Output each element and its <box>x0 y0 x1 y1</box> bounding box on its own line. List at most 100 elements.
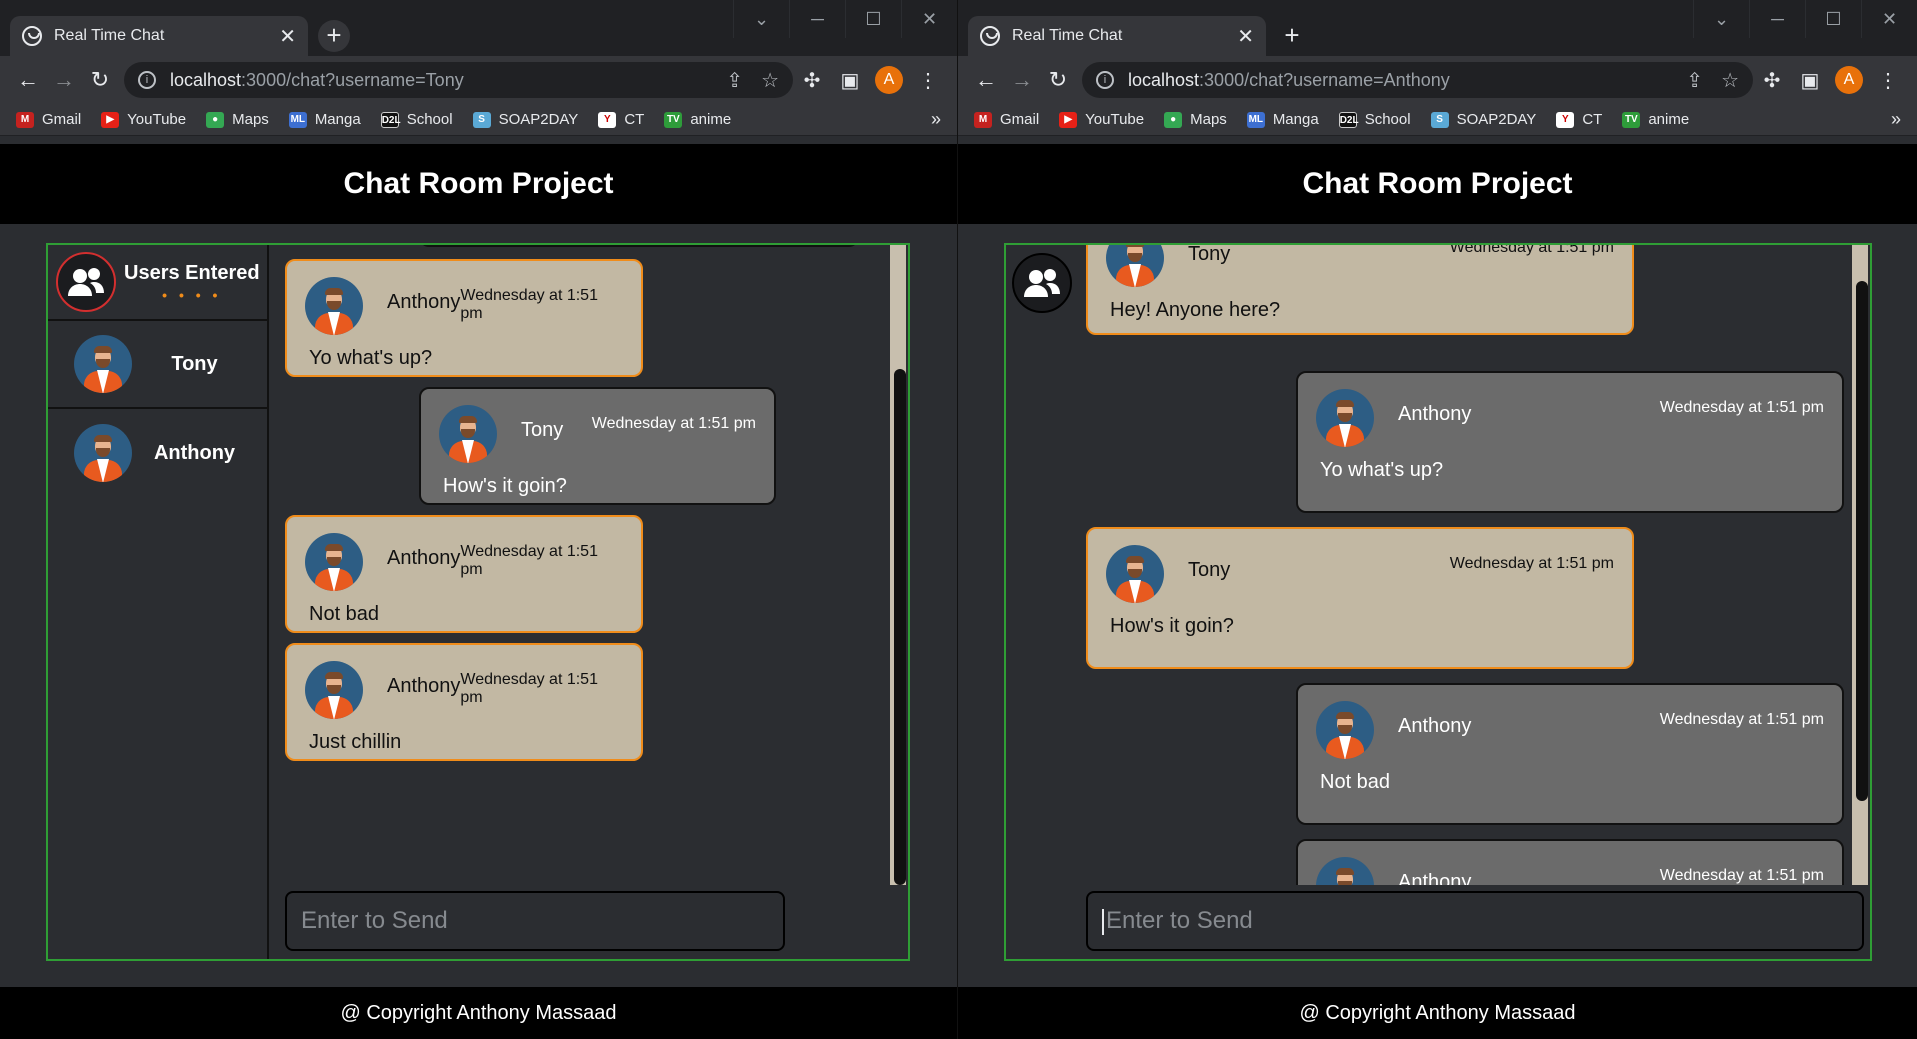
bookmark-maps[interactable]: ● Maps <box>1164 111 1227 128</box>
new-tab-button[interactable]: + <box>318 20 350 52</box>
address-bar[interactable]: i localhost:3000/chat?username=Anthony ⇪… <box>1082 62 1753 98</box>
bookmark-star-icon[interactable]: ☆ <box>1721 68 1739 93</box>
bookmark-soap2day[interactable]: S SOAP2DAY <box>472 111 578 128</box>
message-author: Anthony <box>387 675 461 697</box>
profile-avatar[interactable]: A <box>1835 66 1863 94</box>
reload-icon[interactable]: ↻ <box>1040 67 1076 93</box>
bookmark-star-icon[interactable]: ☆ <box>761 68 779 93</box>
back-icon[interactable]: ← <box>10 67 46 93</box>
maximize-icon[interactable]: ☐ <box>1805 0 1861 38</box>
site-info-icon[interactable]: i <box>1096 71 1114 89</box>
bookmarks-overflow-icon[interactable]: » <box>1891 109 1901 130</box>
bookmark-school[interactable]: D2L School <box>380 111 453 128</box>
send-input-wrap <box>1086 891 1864 951</box>
page-content: Chat Room Project Users Entered • • • • <box>0 144 957 1039</box>
browser-toolbar: ← → ↻ i localhost:3000/chat?username=Ton… <box>0 56 957 104</box>
message-list[interactable]: Tony Wednesday at 1:51 pm Hey! Anyone he… <box>1086 245 1850 885</box>
address-bar[interactable]: i localhost:3000/chat?username=Tony ⇪ ☆ <box>124 62 793 98</box>
bookmarks-bar: M Gmail ▶ YouTube ● Maps ML Manga D2L School … <box>958 104 1917 136</box>
message-timestamp: Wednesday at 1:51 pm <box>1659 399 1824 416</box>
back-icon[interactable]: ← <box>968 67 1004 93</box>
chat-favicon-icon <box>980 26 1000 46</box>
chat-container: Tony Wednesday at 1:51 pm Hey! Anyone he… <box>1004 243 1872 961</box>
bookmark-maps[interactable]: ● Maps <box>206 111 269 128</box>
maximize-icon[interactable]: ☐ <box>845 0 901 38</box>
tab-close-icon[interactable]: ✕ <box>1237 24 1254 49</box>
browser-tab[interactable]: Real Time Chat ✕ <box>968 16 1266 56</box>
bookmark-manga[interactable]: ML Manga <box>288 111 361 128</box>
site-info-icon[interactable]: i <box>138 71 156 89</box>
profile-avatar[interactable]: A <box>875 66 903 94</box>
close-window-icon[interactable]: ✕ <box>1861 0 1917 38</box>
bookmark-gmail[interactable]: M Gmail <box>974 111 1039 128</box>
send-message-input[interactable] <box>301 907 783 935</box>
message-list[interactable]: Anthony Wednesday at 1:51 pm Yo what's u… <box>269 245 888 885</box>
message-avatar <box>305 277 363 335</box>
users-group-icon[interactable] <box>1012 253 1072 313</box>
browser-window-tony: Real Time Chat ✕ + ⌄ ─ ☐ ✕ ← → ↻ i local… <box>0 0 957 1039</box>
bookmark-anime[interactable]: TV anime <box>664 111 731 128</box>
minimize-icon[interactable]: ─ <box>1749 0 1805 38</box>
message-bubble: Tony Wednesday at 1:51 pm Hey! Anyone he… <box>1086 245 1634 335</box>
bookmark-school[interactable]: D2L School <box>1338 111 1411 128</box>
message-timestamp: Wednesday at 1:51 pm <box>460 287 598 322</box>
share-icon[interactable]: ⇪ <box>1686 68 1703 93</box>
tab-search-icon[interactable]: ⌄ <box>1693 0 1749 38</box>
bookmark-gmail[interactable]: M Gmail <box>16 111 81 128</box>
users-heading: Users Entered <box>124 261 260 284</box>
scrollbar-thumb[interactable] <box>1856 281 1868 801</box>
send-input-wrap <box>285 891 785 951</box>
bookmark-ct[interactable]: Y CT <box>598 111 644 128</box>
d2l-icon: D2L <box>380 111 401 128</box>
bookmark-manga[interactable]: ML Manga <box>1246 111 1319 128</box>
desktop: Real Time Chat ✕ + ⌄ ─ ☐ ✕ ← → ↻ i local… <box>0 0 1917 1039</box>
message-bubble: Anthony Wednesday at 1:51 pm Yo what's u… <box>285 259 643 377</box>
forward-icon[interactable]: → <box>46 67 82 93</box>
send-message-input[interactable] <box>1106 907 1828 935</box>
extensions-icon[interactable]: ✣ <box>793 68 831 93</box>
side-panel-icon[interactable]: ▣ <box>831 68 869 93</box>
chat-favicon-icon <box>22 26 42 46</box>
new-tab-button[interactable]: + <box>1276 20 1308 52</box>
bookmark-ct[interactable]: Y CT <box>1556 111 1602 128</box>
bookmark-soap2day[interactable]: S SOAP2DAY <box>1430 111 1536 128</box>
maps-icon: ● <box>1164 111 1183 128</box>
user-item-tony[interactable]: Tony <box>48 321 267 409</box>
bookmark-youtube[interactable]: ▶ YouTube <box>1059 111 1144 128</box>
minimize-icon[interactable]: ─ <box>789 0 845 38</box>
message-timestamp: Wednesday at 1:51 pm <box>1659 867 1824 884</box>
menu-icon[interactable]: ⋮ <box>909 68 947 93</box>
menu-icon[interactable]: ⋮ <box>1869 68 1907 93</box>
reload-icon[interactable]: ↻ <box>82 67 118 93</box>
extensions-icon[interactable]: ✣ <box>1753 68 1791 93</box>
scrollbar-thumb[interactable] <box>894 369 906 885</box>
share-icon[interactable]: ⇪ <box>726 68 743 93</box>
url-host: localhost <box>1128 69 1200 90</box>
tab-search-icon[interactable]: ⌄ <box>733 0 789 38</box>
message-author: Tony <box>521 419 564 441</box>
user-name: Anthony <box>153 441 236 464</box>
messages-panel: Anthony Wednesday at 1:51 pm Yo what's u… <box>269 245 908 959</box>
message-text: Not bad <box>309 603 380 625</box>
url-path: :3000/chat?username=Anthony <box>1199 69 1450 90</box>
browser-tab[interactable]: Real Time Chat ✕ <box>10 16 308 56</box>
forward-icon[interactable]: → <box>1004 67 1040 93</box>
bookmark-anime[interactable]: TV anime <box>1622 111 1689 128</box>
browser-window-anthony: Real Time Chat ✕ + ⌄ ─ ☐ ✕ ← → ↻ i local… <box>957 0 1917 1039</box>
message-text: Not bad <box>1320 771 1391 793</box>
page-title: Chat Room Project <box>0 144 957 224</box>
window-controls: ⌄ ─ ☐ ✕ <box>1693 0 1917 38</box>
tab-close-icon[interactable]: ✕ <box>279 24 296 49</box>
message-timestamp: Wednesday at 1:51 pm <box>460 543 598 578</box>
side-panel-icon[interactable]: ▣ <box>1791 68 1829 93</box>
bookmarks-overflow-icon[interactable]: » <box>931 109 941 130</box>
message-text: Hey! Anyone here? <box>1110 299 1281 321</box>
bookmark-youtube[interactable]: ▶ YouTube <box>101 111 186 128</box>
close-window-icon[interactable]: ✕ <box>901 0 957 38</box>
anime-icon: TV <box>1622 111 1641 128</box>
user-name: Tony <box>171 352 218 375</box>
user-item-anthony[interactable]: Anthony <box>48 409 267 497</box>
ct-icon: Y <box>1556 111 1575 128</box>
message-text: Yo what's up? <box>1320 459 1444 481</box>
message-bubble: Anthony Wednesday at 1:51 pm Yo what's u… <box>1296 371 1844 513</box>
